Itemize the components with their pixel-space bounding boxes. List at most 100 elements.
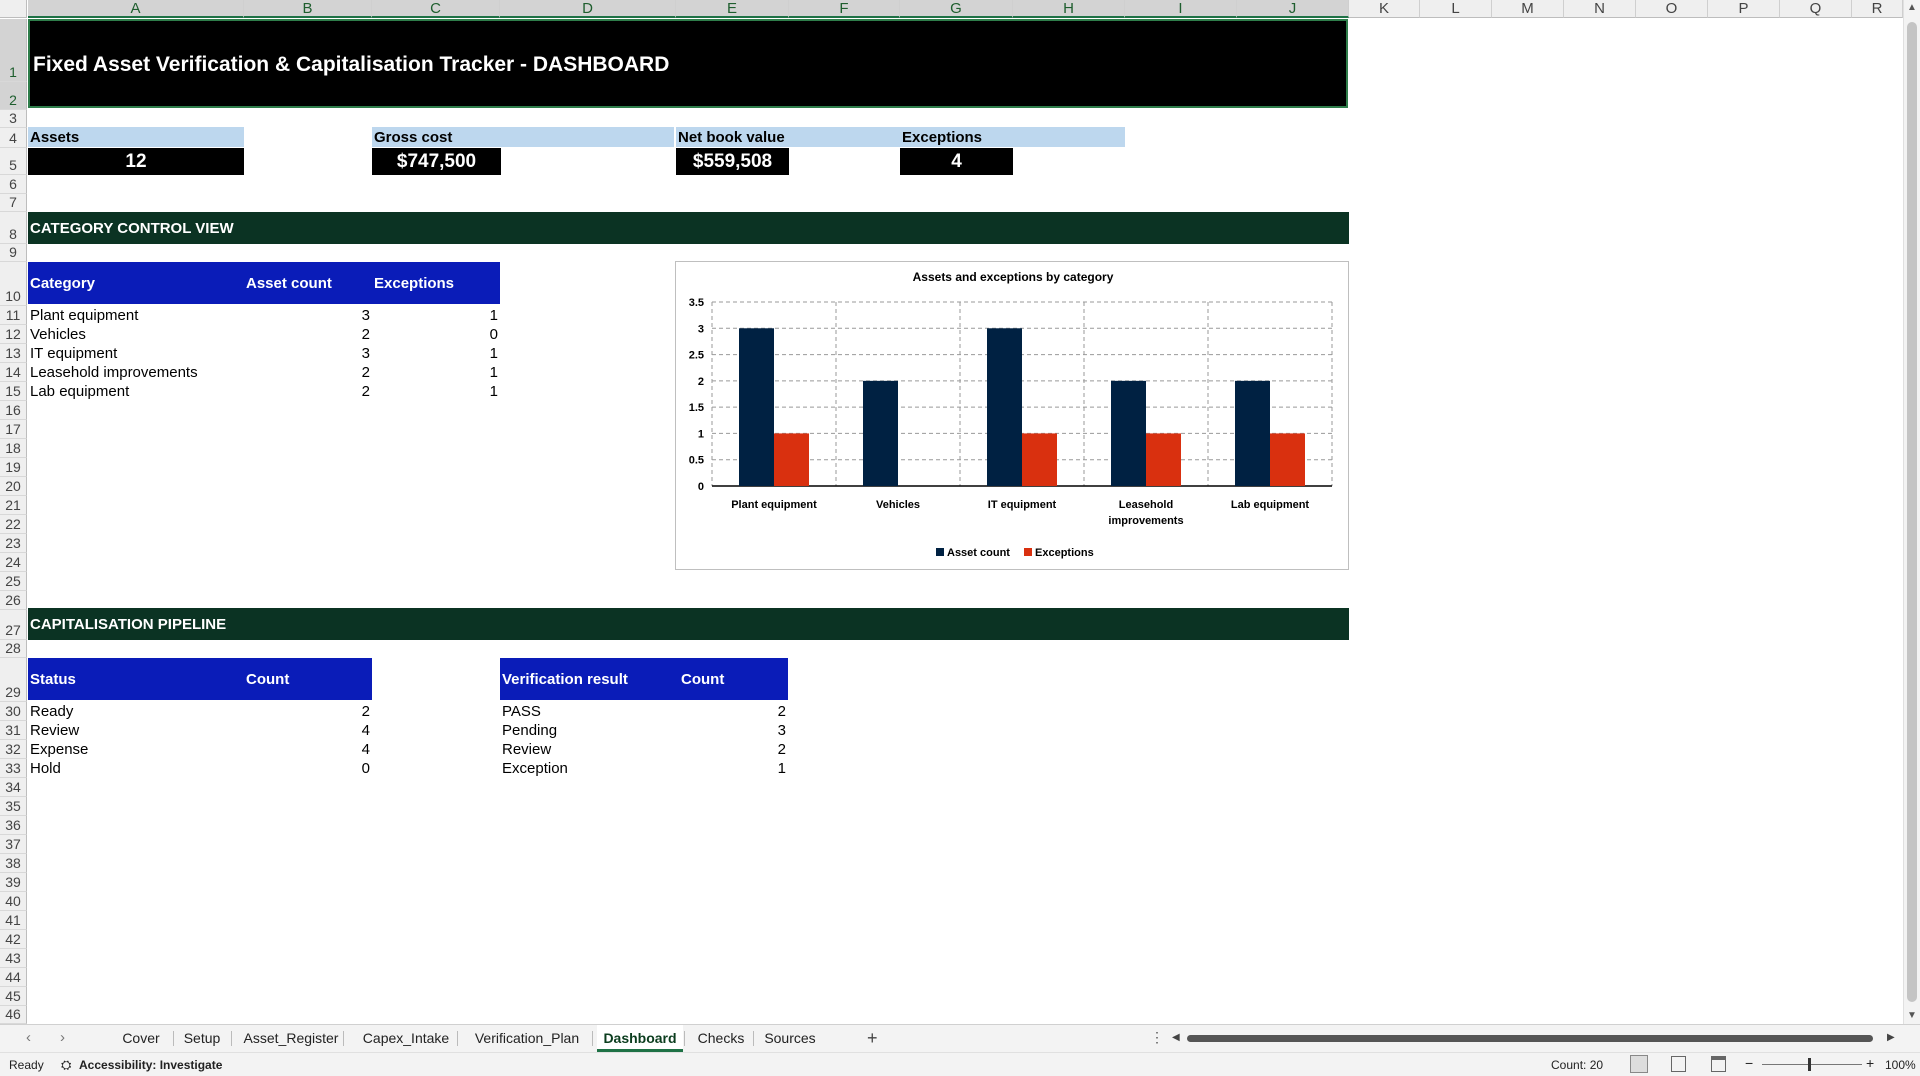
scroll-down-icon[interactable]: ▼ bbox=[1907, 1010, 1917, 1021]
row-header-10[interactable]: 10 bbox=[0, 262, 27, 306]
column-header-r[interactable]: R bbox=[1852, 0, 1903, 18]
row-header-26[interactable]: 26 bbox=[0, 591, 27, 610]
row-header-35[interactable]: 35 bbox=[0, 797, 27, 816]
column-header-j[interactable]: J bbox=[1237, 0, 1349, 18]
status-table-cell[interactable]: Review bbox=[30, 721, 240, 740]
row-header-30[interactable]: 30 bbox=[0, 702, 27, 721]
row-header-40[interactable]: 40 bbox=[0, 892, 27, 911]
category-table-cell[interactable]: Plant equipment bbox=[30, 306, 240, 325]
row-header-18[interactable]: 18 bbox=[0, 439, 27, 458]
row-header-20[interactable]: 20 bbox=[0, 477, 27, 496]
row-header-23[interactable]: 23 bbox=[0, 534, 27, 553]
normal-view-icon[interactable] bbox=[1630, 1055, 1648, 1073]
row-header-8[interactable]: 8 bbox=[0, 212, 27, 244]
category-table-cell[interactable]: Lab equipment bbox=[30, 382, 240, 401]
category-table-cell[interactable]: 0 bbox=[372, 325, 498, 344]
zoom-slider-thumb[interactable] bbox=[1808, 1058, 1811, 1071]
sheet-tab-verification-plan[interactable]: Verification_Plan bbox=[463, 1025, 591, 1052]
row-header-34[interactable]: 34 bbox=[0, 778, 27, 797]
row-header-1[interactable]: 1 bbox=[0, 19, 27, 82]
row-header-11[interactable]: 11 bbox=[0, 306, 27, 325]
status-table-cell[interactable]: 2 bbox=[244, 702, 370, 721]
row-header-21[interactable]: 21 bbox=[0, 496, 27, 515]
add-sheet-button[interactable]: + bbox=[867, 1028, 878, 1049]
verification-table-cell[interactable]: PASS bbox=[502, 702, 674, 721]
row-header-12[interactable]: 12 bbox=[0, 325, 27, 344]
column-header-l[interactable]: L bbox=[1420, 0, 1492, 18]
scroll-left-icon[interactable]: ◀ bbox=[1172, 1032, 1180, 1043]
dashboard-title-banner[interactable]: Fixed Asset Verification & Capitalisatio… bbox=[28, 19, 1348, 108]
column-header-p[interactable]: P bbox=[1708, 0, 1780, 18]
sheet-tab-asset-register[interactable]: Asset_Register bbox=[240, 1025, 342, 1052]
status-table-cell[interactable]: Expense bbox=[30, 740, 240, 759]
row-header-25[interactable]: 25 bbox=[0, 572, 27, 591]
accessibility-icon[interactable]: ⛭ bbox=[61, 1057, 71, 1073]
page-layout-view-icon[interactable] bbox=[1671, 1056, 1686, 1072]
row-header-4[interactable]: 4 bbox=[0, 128, 27, 148]
row-header-14[interactable]: 14 bbox=[0, 363, 27, 382]
kpi-net-book-value-value[interactable]: $559,508 bbox=[676, 148, 789, 175]
row-header-15[interactable]: 15 bbox=[0, 382, 27, 401]
row-header-5[interactable]: 5 bbox=[0, 148, 27, 175]
row-header-2[interactable]: 2 bbox=[0, 82, 27, 110]
row-header-42[interactable]: 42 bbox=[0, 930, 27, 949]
scroll-right-icon[interactable]: ▶ bbox=[1887, 1032, 1895, 1043]
sheet-tab-dashboard[interactable]: Dashboard bbox=[597, 1025, 683, 1052]
verification-table-cell[interactable]: Review bbox=[502, 740, 674, 759]
verification-table-cell[interactable]: 1 bbox=[676, 759, 786, 778]
category-table-cell[interactable]: 1 bbox=[372, 363, 498, 382]
category-table-cell[interactable]: 3 bbox=[244, 344, 370, 363]
column-header-h[interactable]: H bbox=[1013, 0, 1125, 18]
category-table-cell[interactable]: 1 bbox=[372, 382, 498, 401]
zoom-slider-track[interactable] bbox=[1762, 1064, 1862, 1065]
row-header-32[interactable]: 32 bbox=[0, 740, 27, 759]
column-header-n[interactable]: N bbox=[1564, 0, 1636, 18]
sheet-tab-sources[interactable]: Sources bbox=[757, 1025, 823, 1052]
row-header-46[interactable]: 46 bbox=[0, 1006, 27, 1024]
verification-table-cell[interactable]: Pending bbox=[502, 721, 674, 740]
sheet-tab-capex-intake[interactable]: Capex_Intake bbox=[356, 1025, 456, 1052]
row-header-37[interactable]: 37 bbox=[0, 835, 27, 854]
row-header-13[interactable]: 13 bbox=[0, 344, 27, 363]
select-all-corner[interactable] bbox=[0, 0, 27, 18]
verification-table-cell[interactable]: 2 bbox=[676, 702, 786, 721]
row-header-36[interactable]: 36 bbox=[0, 816, 27, 835]
column-header-b[interactable]: B bbox=[244, 0, 372, 18]
row-header-9[interactable]: 9 bbox=[0, 244, 27, 262]
category-table-cell[interactable]: IT equipment bbox=[30, 344, 240, 363]
row-header-44[interactable]: 44 bbox=[0, 968, 27, 987]
row-header-31[interactable]: 31 bbox=[0, 721, 27, 740]
page-break-view-icon[interactable] bbox=[1711, 1056, 1726, 1072]
kpi-exceptions-value[interactable]: 4 bbox=[900, 148, 1013, 175]
vertical-scrollbar[interactable]: ▲ ▼ bbox=[1903, 0, 1920, 1024]
row-header-38[interactable]: 38 bbox=[0, 854, 27, 873]
row-header-24[interactable]: 24 bbox=[0, 553, 27, 572]
category-table-cell[interactable]: Vehicles bbox=[30, 325, 240, 344]
category-table-cell[interactable]: 1 bbox=[372, 344, 498, 363]
row-header-22[interactable]: 22 bbox=[0, 515, 27, 534]
row-header-33[interactable]: 33 bbox=[0, 759, 27, 778]
column-header-q[interactable]: Q bbox=[1780, 0, 1852, 18]
status-table-cell[interactable]: 4 bbox=[244, 740, 370, 759]
column-header-m[interactable]: M bbox=[1492, 0, 1564, 18]
sheet-tab-cover[interactable]: Cover bbox=[110, 1025, 172, 1052]
scroll-up-icon[interactable]: ▲ bbox=[1907, 2, 1917, 13]
column-header-i[interactable]: I bbox=[1125, 0, 1237, 18]
column-header-d[interactable]: D bbox=[500, 0, 676, 18]
row-header-16[interactable]: 16 bbox=[0, 401, 27, 420]
accessibility-status[interactable]: Accessibility: Investigate bbox=[79, 1058, 222, 1072]
column-header-o[interactable]: O bbox=[1636, 0, 1708, 18]
verification-table-cell[interactable]: 2 bbox=[676, 740, 786, 759]
category-table-cell[interactable]: 3 bbox=[244, 306, 370, 325]
kpi-assets-value[interactable]: 12 bbox=[28, 148, 244, 175]
row-header-7[interactable]: 7 bbox=[0, 194, 27, 212]
row-header-6[interactable]: 6 bbox=[0, 175, 27, 194]
kpi-gross-cost-value[interactable]: $747,500 bbox=[372, 148, 501, 175]
prev-sheet-icon[interactable]: ‹ bbox=[26, 1029, 31, 1046]
row-header-3[interactable]: 3 bbox=[0, 110, 27, 128]
next-sheet-icon[interactable]: › bbox=[60, 1029, 65, 1046]
more-options-icon[interactable]: ⋮ bbox=[1150, 1029, 1164, 1046]
zoom-level[interactable]: 100% bbox=[1885, 1058, 1916, 1072]
status-table-cell[interactable]: Ready bbox=[30, 702, 240, 721]
status-table-cell[interactable]: Hold bbox=[30, 759, 240, 778]
